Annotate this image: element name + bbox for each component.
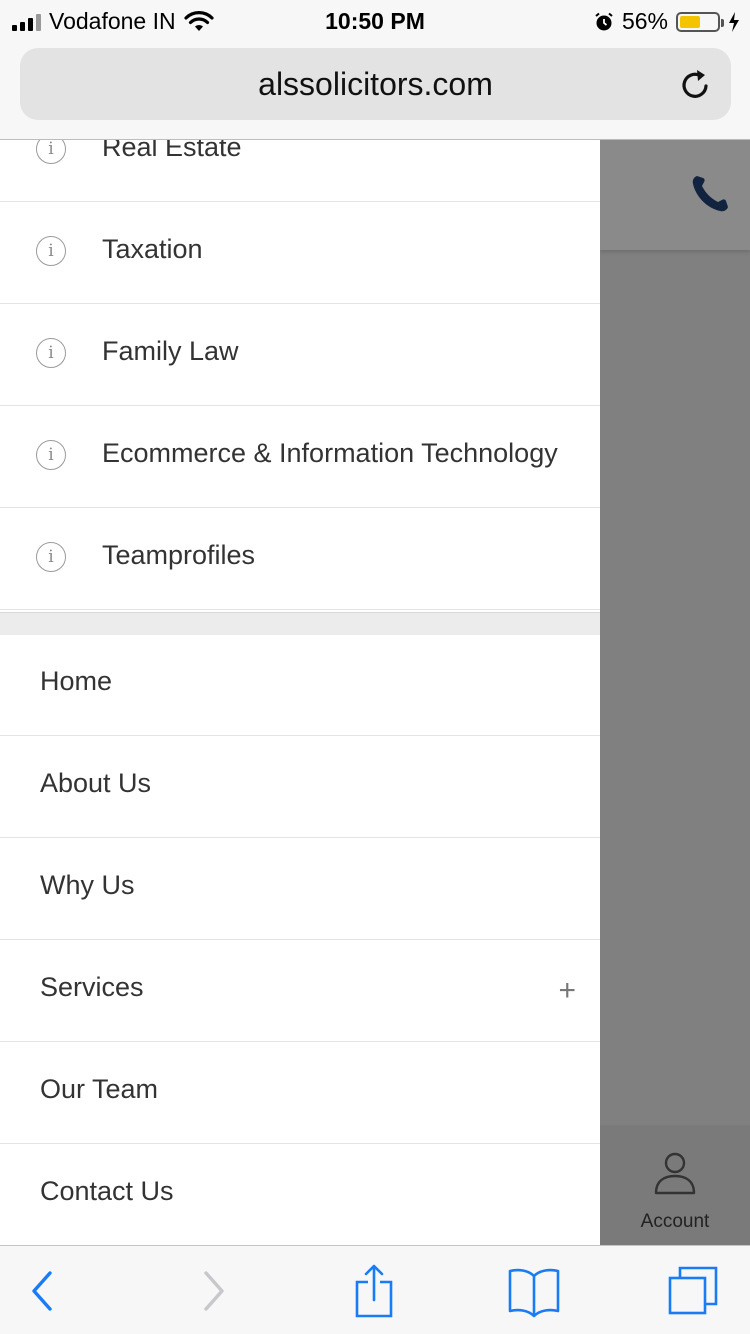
nav-label: About Us	[40, 768, 152, 798]
info-icon: i	[36, 338, 66, 368]
nav-item-why-us[interactable]: Why Us	[0, 838, 600, 940]
nav-label: Why Us	[40, 870, 135, 900]
browser-toolbar	[0, 1245, 750, 1334]
category-item-ecommerce-it[interactable]: i Ecommerce & Information Technology	[0, 406, 600, 508]
category-list: i Real Estate i Taxation i Family Law i …	[0, 140, 600, 610]
tabs-icon[interactable]	[666, 1264, 722, 1318]
page-header	[600, 140, 750, 250]
nav-item-about-us[interactable]: About Us	[0, 736, 600, 838]
nav-item-contact-us[interactable]: Contact Us	[0, 1144, 600, 1245]
expand-plus-icon[interactable]: +	[558, 974, 576, 1008]
side-drawer-menu: i Real Estate i Taxation i Family Law i …	[0, 140, 600, 1245]
category-item-real-estate[interactable]: i Real Estate	[0, 140, 600, 202]
category-label: Real Estate	[102, 140, 242, 162]
info-icon: i	[36, 542, 66, 572]
browser-address-area: alssolicitors.com	[0, 40, 750, 140]
info-icon: i	[36, 140, 66, 164]
share-icon[interactable]	[346, 1264, 402, 1318]
battery-percent: 56%	[621, 8, 668, 34]
nav-item-our-team[interactable]: Our Team	[0, 1042, 600, 1144]
info-icon: i	[36, 440, 66, 470]
category-item-taxation[interactable]: i Taxation	[0, 202, 600, 304]
nav-label: Our Team	[40, 1074, 159, 1104]
status-bar: Vodafone IN 10:50 PM 56%	[0, 0, 750, 40]
nav-item-home[interactable]: Home	[0, 634, 600, 736]
account-button[interactable]: Account	[600, 1125, 750, 1245]
phone-icon[interactable]	[688, 172, 732, 216]
page-dim-overlay[interactable]: Account	[600, 140, 750, 1245]
status-right: 56%	[594, 8, 740, 35]
reload-icon[interactable]	[679, 68, 713, 102]
category-item-family-law[interactable]: i Family Law	[0, 304, 600, 406]
forward-icon	[204, 1271, 224, 1311]
back-icon[interactable]	[18, 1264, 74, 1318]
category-label: Ecommerce & Information Technology	[102, 438, 558, 468]
category-label: Teamprofiles	[102, 540, 256, 570]
battery-level	[680, 15, 701, 28]
category-label: Taxation	[102, 234, 203, 264]
main-nav-list: Home About Us Why Us Services + Our Team…	[0, 634, 600, 1245]
bookmarks-icon[interactable]	[506, 1264, 562, 1318]
battery-icon	[676, 11, 724, 32]
charging-icon	[729, 11, 739, 32]
nav-label: Services	[40, 972, 144, 1002]
nav-label: Contact Us	[40, 1176, 174, 1206]
category-label: Family Law	[102, 336, 239, 366]
nav-label: Home	[40, 666, 113, 696]
account-label: Account	[640, 1211, 710, 1232]
alarm-icon	[595, 12, 613, 30]
category-item-teamprofiles[interactable]: i Teamprofiles	[0, 508, 600, 610]
menu-divider	[0, 612, 600, 635]
url-text: alssolicitors.com	[258, 65, 493, 102]
address-bar[interactable]: alssolicitors.com	[20, 48, 731, 120]
info-icon: i	[36, 236, 66, 266]
person-icon	[654, 1152, 696, 1195]
nav-item-services[interactable]: Services +	[0, 940, 600, 1042]
